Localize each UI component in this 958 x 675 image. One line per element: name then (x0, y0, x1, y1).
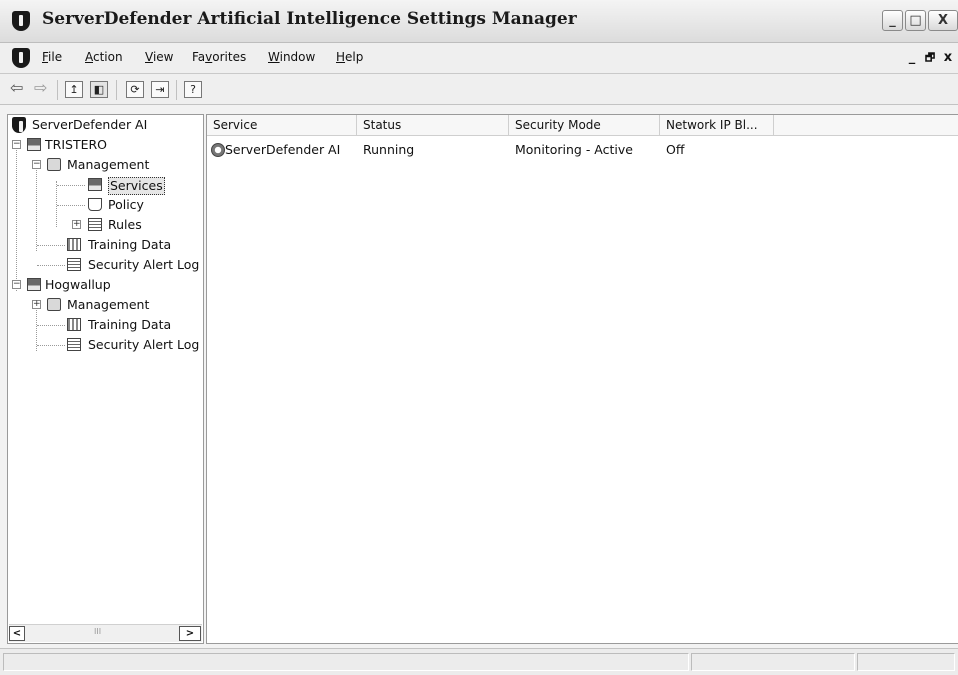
menu-favorites[interactable]: Favorites (192, 50, 246, 64)
cell-service: ServerDefender AI (225, 142, 341, 157)
up-one-level-icon[interactable]: ↥ (65, 81, 83, 98)
column-header-status[interactable]: Status (357, 115, 509, 135)
tree-guide-line (37, 345, 65, 346)
menu-action[interactable]: Action (85, 50, 123, 64)
status-panel-main (3, 653, 689, 671)
tree-guide-line (37, 325, 65, 326)
scroll-left-icon[interactable]: < (9, 626, 25, 641)
training-data-icon (67, 318, 81, 331)
close-button[interactable]: X (928, 10, 958, 31)
tree-item-root[interactable]: ServerDefender AI (10, 115, 200, 135)
status-panel-secondary (691, 653, 855, 671)
mdi-close-button[interactable]: x (939, 49, 957, 67)
collapse-icon[interactable]: − (12, 280, 21, 289)
tree-item-hogwallup-training-data[interactable]: Training Data (8, 315, 198, 335)
maximize-button[interactable]: □ (905, 10, 926, 31)
column-header-network-ip[interactable]: Network IP Bl... (660, 115, 774, 135)
column-header-service[interactable]: Service (207, 115, 357, 135)
menu-bar: File Action View Favorites Window Help _… (0, 43, 958, 74)
expand-icon[interactable]: + (72, 220, 81, 229)
menu-view[interactable]: View (145, 50, 173, 64)
training-data-icon (67, 238, 81, 251)
tree-item-hogwallup-management[interactable]: + Management (8, 295, 198, 315)
collapse-icon[interactable]: − (12, 140, 21, 149)
cell-network-ip: Off (666, 142, 685, 157)
menu-help[interactable]: Help (336, 50, 363, 64)
table-row[interactable]: ServerDefender AI Running Monitoring - A… (207, 139, 957, 161)
toolbar-separator (176, 80, 177, 100)
refresh-icon[interactable]: ⟳ (126, 81, 144, 98)
mdi-minimize-button[interactable]: _ (903, 49, 921, 67)
tree-item-tristero-training-data[interactable]: Training Data (8, 235, 198, 255)
security-alert-log-icon (67, 338, 81, 351)
services-icon (88, 178, 102, 191)
console-tree[interactable]: ServerDefender AI − TRISTERO − Managemen… (7, 114, 204, 644)
tree-item-services[interactable]: Services (8, 175, 198, 195)
tree-item-hogwallup[interactable]: − Hogwallup (8, 275, 198, 295)
tree-item-policy[interactable]: Policy (8, 195, 198, 215)
cell-security-mode: Monitoring - Active (515, 142, 633, 157)
mdi-restore-button[interactable]: 🗗 (921, 49, 939, 67)
app-shield-icon (12, 117, 26, 133)
tree-item-rules[interactable]: + Rules (8, 215, 198, 235)
collapse-icon[interactable]: − (32, 160, 41, 169)
title-bar[interactable]: ServerDefender Artificial Intelligence S… (0, 0, 958, 43)
server-computer-icon (27, 278, 41, 291)
details-list[interactable]: Service Status Security Mode Network IP … (206, 114, 958, 644)
status-panel-tertiary (857, 653, 955, 671)
scroll-grip[interactable]: III (94, 627, 101, 636)
list-header: Service Status Security Mode Network IP … (207, 115, 958, 136)
service-gear-icon (211, 143, 225, 157)
minimize-button[interactable]: _ (882, 10, 903, 31)
mmc-document-icon[interactable] (12, 48, 30, 68)
scroll-right-icon[interactable]: > (179, 626, 201, 641)
help-icon[interactable]: ? (184, 81, 202, 98)
toolbar: ⇦ ⇨ ↥ ◧ ⟳ ⇥ ? (0, 74, 958, 105)
tree-item-tristero-management[interactable]: − Management (8, 155, 198, 175)
tree-guide-line (37, 245, 65, 246)
menu-file[interactable]: File (42, 50, 62, 64)
management-icon (47, 298, 61, 311)
rules-icon (88, 218, 102, 231)
expand-icon[interactable]: + (32, 300, 41, 309)
server-computer-icon (27, 138, 41, 151)
tree-guide-line (37, 265, 65, 266)
tree-item-tristero[interactable]: − TRISTERO (8, 135, 198, 155)
tree-guide-line (57, 185, 85, 186)
forward-arrow-icon[interactable]: ⇨ (34, 78, 47, 97)
tree-item-tristero-security-alert-log[interactable]: Security Alert Log (8, 255, 200, 275)
policy-icon (88, 198, 102, 211)
cell-status: Running (363, 142, 415, 157)
security-alert-log-icon (67, 258, 81, 271)
show-hide-tree-icon[interactable]: ◧ (90, 81, 108, 98)
toolbar-separator (57, 80, 58, 100)
toolbar-separator (116, 80, 117, 100)
column-header-security-mode[interactable]: Security Mode (509, 115, 660, 135)
tree-guide-line (57, 205, 85, 206)
tree-horizontal-scrollbar[interactable]: < III > (9, 624, 202, 642)
app-shield-icon (12, 11, 30, 31)
management-icon (47, 158, 61, 171)
status-bar (0, 648, 958, 675)
back-arrow-icon[interactable]: ⇦ (10, 78, 23, 97)
menu-window[interactable]: Window (268, 50, 315, 64)
export-list-icon[interactable]: ⇥ (151, 81, 169, 98)
window-title: ServerDefender Artificial Intelligence S… (42, 9, 577, 29)
tree-item-hogwallup-security-alert-log[interactable]: Security Alert Log (8, 335, 200, 355)
